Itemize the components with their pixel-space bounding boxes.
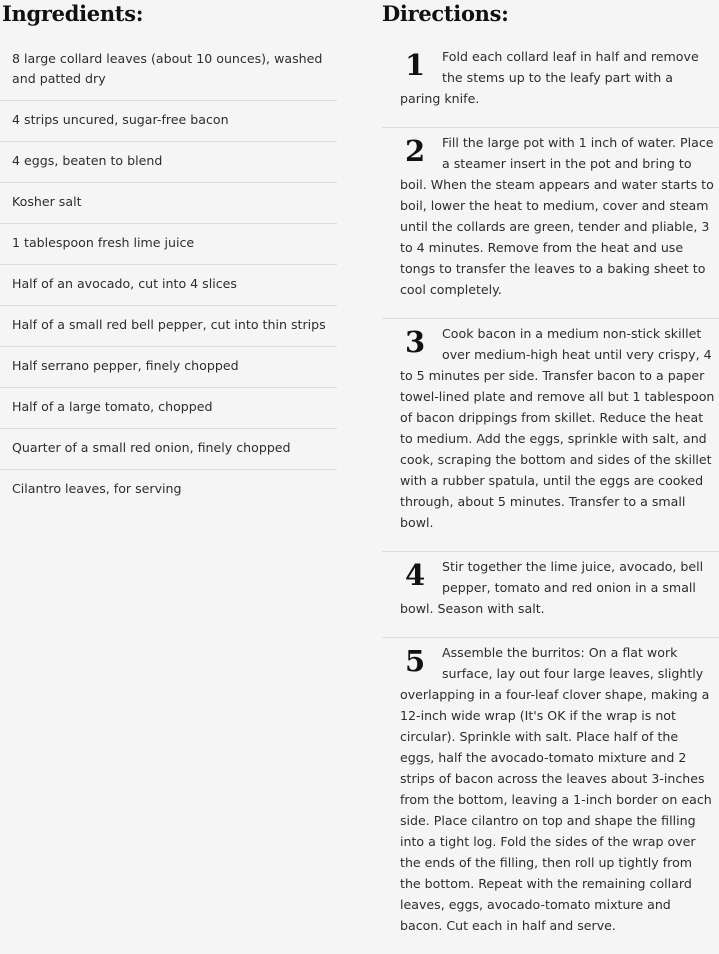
direction-step: 2 Fill the large pot with 1 inch of wate… <box>382 128 719 319</box>
direction-step: 3 Cook bacon in a medium non-stick skill… <box>382 319 719 552</box>
step-number: 1 <box>405 48 426 82</box>
ingredient-item: Half serrano pepper, finely chopped <box>0 347 337 388</box>
directions-section: Directions: 1 Fold each collard leaf in … <box>382 0 719 954</box>
step-number: 4 <box>405 558 426 592</box>
directions-list: 1 Fold each collard leaf in half and rem… <box>382 42 719 954</box>
direction-step: 4 Stir together the lime juice, avocado,… <box>382 552 719 638</box>
step-text: Stir together the lime juice, avocado, b… <box>400 559 704 616</box>
ingredient-item: Cilantro leaves, for serving <box>12 481 182 496</box>
ingredient-item: Half of a small red bell pepper, cut int… <box>0 306 337 347</box>
ingredient-item: 1 tablespoon fresh lime juice <box>0 224 337 265</box>
step-text: Fill the large pot with 1 inch of water.… <box>400 135 714 297</box>
ingredient-item: Kosher salt <box>0 183 337 224</box>
ingredient-item: Half of a large tomato, chopped <box>0 388 337 429</box>
step-number: 5 <box>405 644 426 678</box>
direction-step: 1 Fold each collard leaf in half and rem… <box>382 42 719 128</box>
ingredients-list: 8 large collard leaves (about 10 ounces)… <box>0 42 337 510</box>
step-number: 3 <box>405 325 426 359</box>
ingredient-item: Half of an avocado, cut into 4 slices <box>0 265 337 306</box>
directions-heading: Directions: <box>382 1 509 26</box>
step-text: Assemble the burritos: On a flat work su… <box>400 645 712 933</box>
step-text: Fold each collard leaf in half and remov… <box>400 49 699 106</box>
ingredient-item: Quarter of a small red onion, finely cho… <box>0 429 337 470</box>
ingredients-section: Ingredients: 8 large collard leaves (abo… <box>0 0 337 510</box>
ingredient-item: 8 large collard leaves (about 10 ounces)… <box>0 42 337 101</box>
step-text: Cook bacon in a medium non-stick skillet… <box>400 326 715 530</box>
ingredient-item: 4 eggs, beaten to blend <box>0 142 337 183</box>
step-number: 2 <box>405 134 426 168</box>
ingredient-item: 4 strips uncured, sugar-free bacon <box>0 101 337 142</box>
ingredients-heading: Ingredients: <box>2 1 144 26</box>
direction-step: 5 Assemble the burritos: On a flat work … <box>382 638 719 954</box>
